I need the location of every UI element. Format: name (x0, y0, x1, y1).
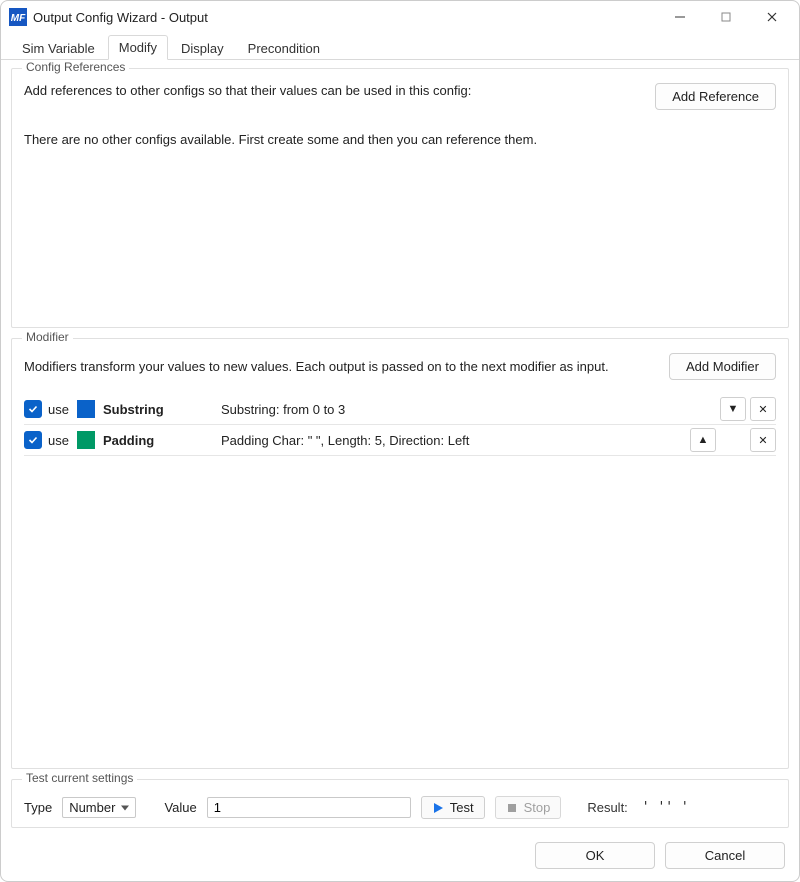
use-checkbox[interactable] (24, 431, 42, 449)
close-button[interactable] (749, 2, 795, 32)
type-select[interactable]: Number (62, 797, 136, 818)
result-label: Result: (587, 800, 627, 815)
remove-button[interactable]: ✕ (750, 397, 776, 421)
modifier-row: use Substring Substring: from 0 to 3 ▼ ✕ (24, 394, 776, 425)
add-reference-button[interactable]: Add Reference (655, 83, 776, 110)
modifier-detail: Substring: from 0 to 3 (221, 402, 682, 417)
modifier-row: use Padding Padding Char: " ", Length: 5… (24, 425, 776, 456)
use-label: use (48, 433, 69, 448)
modifier-color-swatch[interactable] (77, 400, 95, 418)
result-value: ' '' ' (642, 800, 689, 815)
use-label: use (48, 402, 69, 417)
value-label: Value (164, 800, 196, 815)
config-references-description: Add references to other configs so that … (24, 83, 655, 98)
stop-icon (506, 802, 518, 814)
modifier-detail: Padding Char: " ", Length: 5, Direction:… (221, 433, 682, 448)
play-icon (432, 802, 444, 814)
cancel-button[interactable]: Cancel (665, 842, 785, 869)
maximize-button[interactable] (703, 2, 749, 32)
window-title: Output Config Wizard - Output (33, 10, 657, 25)
modifier-title: Modifier (22, 330, 73, 344)
app-icon: MF (9, 8, 27, 26)
move-up-button (690, 397, 716, 421)
test-button[interactable]: Test (421, 796, 485, 819)
tab-sim-variable[interactable]: Sim Variable (11, 36, 106, 60)
remove-button[interactable]: ✕ (750, 428, 776, 452)
test-settings-title: Test current settings (22, 771, 137, 785)
modifier-list: use Substring Substring: from 0 to 3 ▼ ✕ (24, 394, 776, 758)
stop-button[interactable]: Stop (495, 796, 562, 819)
tab-content: Config References Add references to othe… (1, 60, 799, 832)
config-references-group: Config References Add references to othe… (11, 68, 789, 328)
move-down-button (720, 428, 746, 452)
modifier-name: Padding (103, 433, 213, 448)
tab-strip: Sim Variable Modify Display Precondition (1, 33, 799, 60)
svg-text:MF: MF (11, 13, 26, 24)
modifier-color-swatch[interactable] (77, 431, 95, 449)
move-up-button[interactable]: ▲ (690, 428, 716, 452)
minimize-button[interactable] (657, 2, 703, 32)
tab-modify[interactable]: Modify (108, 35, 168, 60)
move-down-button[interactable]: ▼ (720, 397, 746, 421)
modifier-group: Modifier Modifiers transform your values… (11, 338, 789, 769)
test-settings-group: Test current settings Type Number Value … (11, 779, 789, 828)
type-label: Type (24, 800, 52, 815)
use-checkbox[interactable] (24, 400, 42, 418)
ok-button[interactable]: OK (535, 842, 655, 869)
modifier-name: Substring (103, 402, 213, 417)
config-references-empty-text: There are no other configs available. Fi… (24, 132, 776, 147)
config-references-title: Config References (22, 60, 129, 74)
window-controls (657, 2, 795, 32)
window: MF Output Config Wizard - Output Sim Var… (0, 0, 800, 882)
add-modifier-button[interactable]: Add Modifier (669, 353, 776, 380)
titlebar: MF Output Config Wizard - Output (1, 1, 799, 33)
dialog-buttons: OK Cancel (1, 832, 799, 881)
tab-precondition[interactable]: Precondition (237, 36, 331, 60)
tab-display[interactable]: Display (170, 36, 235, 60)
modifier-description: Modifiers transform your values to new v… (24, 359, 669, 374)
value-input[interactable] (207, 797, 411, 818)
